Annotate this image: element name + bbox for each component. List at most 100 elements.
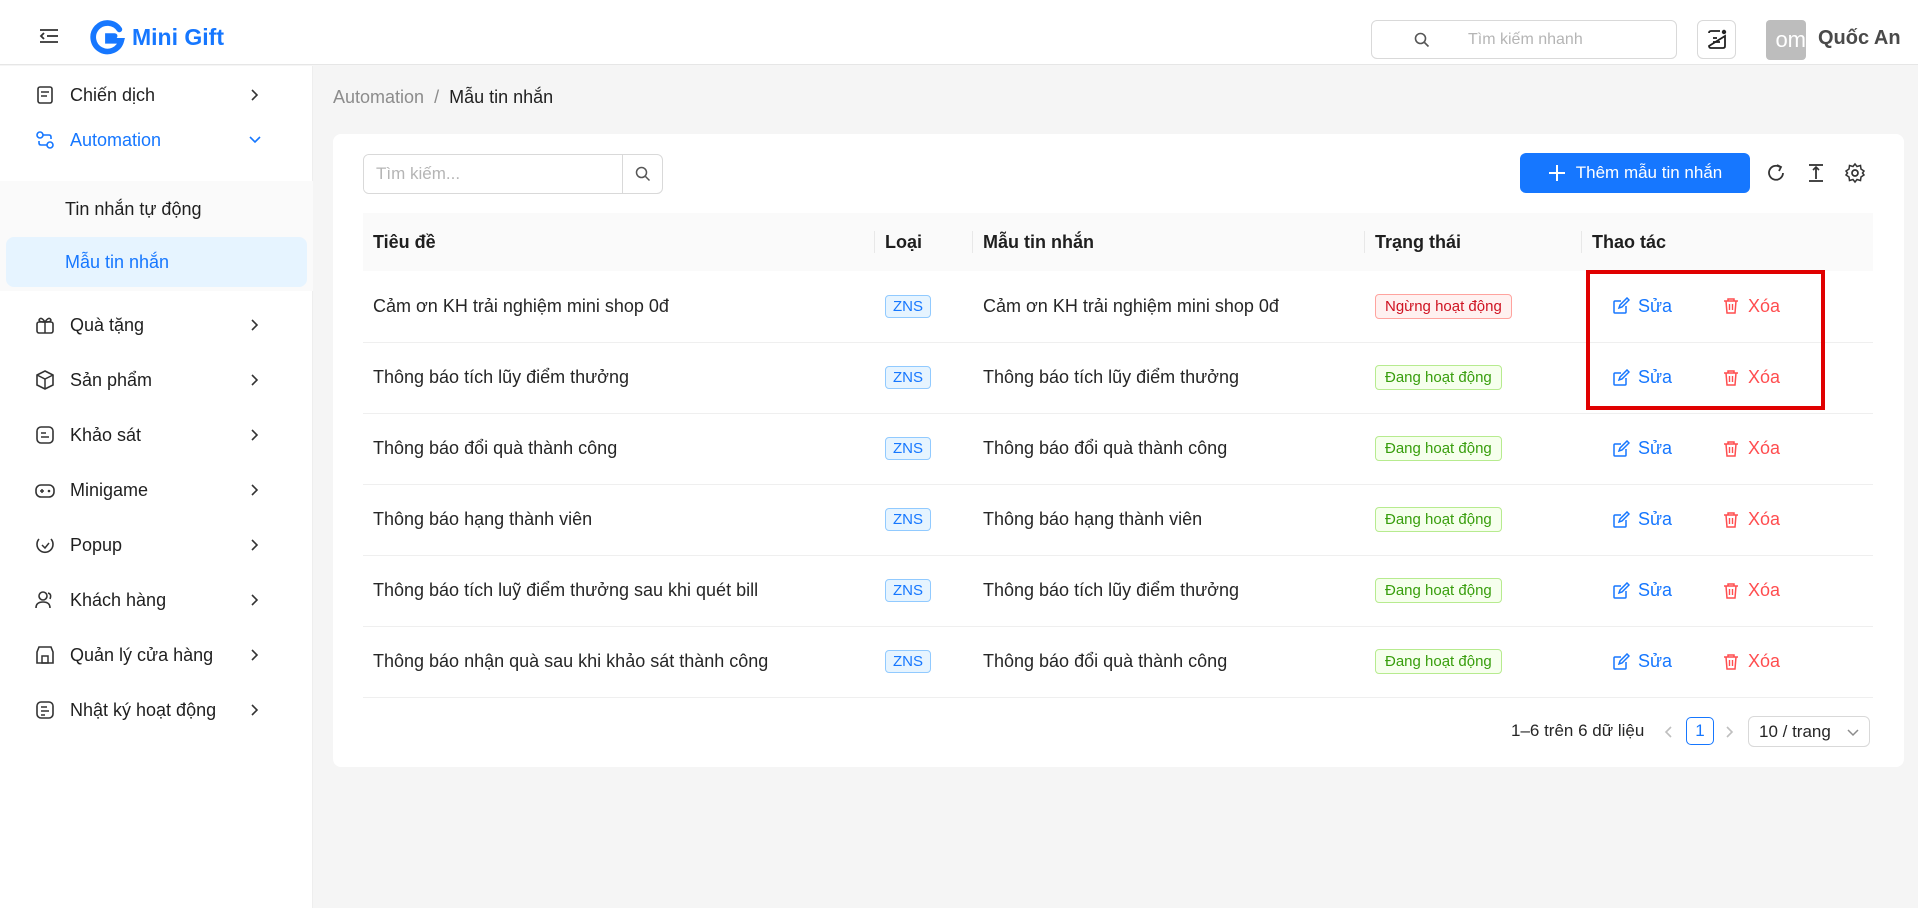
table-search-button[interactable] — [622, 155, 662, 193]
quick-search-input[interactable] — [1468, 30, 1668, 49]
chevron-right-icon — [251, 484, 259, 496]
messages-button[interactable] — [1697, 20, 1736, 59]
table-row: Thông báo nhận quà sau khi khảo sát thàn… — [363, 626, 1873, 698]
delete-button[interactable]: Xóa — [1722, 651, 1780, 672]
edit-icon — [1613, 510, 1630, 528]
row-actions: Sửa Xóa — [1592, 438, 1873, 459]
row-status-cell: Đang hoạt động — [1365, 626, 1582, 698]
activity-log-icon — [36, 701, 54, 719]
column-header-status[interactable]: Trạng thái — [1365, 213, 1582, 271]
trash-icon — [1724, 440, 1738, 457]
column-header-template[interactable]: Mẫu tin nhắn — [973, 213, 1365, 271]
sidebar-item-san-pham[interactable]: Sản phẩm — [0, 355, 313, 405]
type-tag: ZNS — [885, 366, 931, 389]
row-status-cell: Đang hoạt động — [1365, 484, 1582, 556]
edit-button[interactable]: Sửa — [1612, 367, 1722, 388]
sidebar-item-label: Khảo sát — [70, 424, 142, 445]
delete-button[interactable]: Xóa — [1722, 438, 1780, 459]
breadcrumb-root[interactable]: Automation — [333, 87, 424, 108]
sidebar-item-chien-dich[interactable]: Chiến dịch — [0, 70, 313, 120]
delete-button[interactable]: Xóa — [1722, 367, 1780, 388]
automation-icon — [36, 131, 54, 149]
templates-card: Thêm mẫu tin nhắn Tiêu đề Loại Mẫu tin n… — [333, 134, 1904, 767]
app-name: Mini Gift — [132, 23, 224, 50]
table-row: Thông báo hạng thành viên ZNS Thông báo … — [363, 484, 1873, 556]
status-badge: Đang hoạt động — [1375, 436, 1502, 461]
chevron-right-icon[interactable] — [1723, 725, 1737, 739]
sidebar-item-label: Popup — [70, 534, 123, 555]
edit-button[interactable]: Sửa — [1612, 651, 1722, 672]
reload-icon[interactable] — [1765, 162, 1787, 184]
submenu-item-tin-nhan-tu-dong[interactable]: Tin nhắn tự động — [6, 184, 307, 234]
column-height-icon[interactable] — [1805, 162, 1827, 184]
row-template: Thông báo đổi quà thành công — [973, 413, 1365, 485]
row-title: Thông báo hạng thành viên — [363, 484, 875, 556]
search-icon — [635, 166, 650, 182]
sidebar-item-nhat-ky-hoat-dong[interactable]: Nhật ký hoạt động — [0, 685, 313, 735]
sidebar-item-khach-hang[interactable]: Khách hàng — [0, 575, 313, 625]
column-header-actions: Thao tác — [1582, 213, 1873, 271]
column-header-type[interactable]: Loại — [875, 213, 973, 271]
type-tag: ZNS — [885, 437, 931, 460]
row-actions-cell: Sửa Xóa — [1582, 271, 1873, 343]
edit-button[interactable]: Sửa — [1612, 296, 1722, 317]
sidebar-item-label: Chiến dịch — [70, 84, 156, 105]
chevron-right-icon — [251, 319, 259, 331]
automation-submenu: Tin nhắn tự động Mẫu tin nhắn — [0, 181, 313, 291]
sidebar-item-label: Quản lý cửa hàng — [70, 644, 214, 665]
pagination-page-1[interactable]: 1 — [1686, 717, 1714, 745]
row-template: Thông báo đổi quà thành công — [973, 626, 1365, 698]
edit-button[interactable]: Sửa — [1612, 438, 1722, 459]
status-badge: Đang hoạt động — [1375, 578, 1502, 603]
delete-label: Xóa — [1748, 509, 1781, 529]
sidebar-item-qua-tang[interactable]: Quà tặng — [0, 300, 313, 350]
add-template-button[interactable]: Thêm mẫu tin nhắn — [1520, 153, 1750, 193]
settings-gear-icon[interactable] — [1844, 162, 1866, 184]
breadcrumb-current: Mẫu tin nhắn — [449, 87, 554, 107]
user-avatar[interactable]: om — [1766, 20, 1806, 60]
row-actions: Sửa Xóa — [1592, 651, 1873, 672]
delete-button[interactable]: Xóa — [1722, 580, 1780, 601]
delete-label: Xóa — [1748, 367, 1781, 387]
table-search — [363, 154, 663, 194]
survey-icon — [36, 426, 54, 444]
edit-button[interactable]: Sửa — [1612, 509, 1722, 530]
row-actions-cell: Sửa Xóa — [1582, 626, 1873, 698]
row-template: Thông báo tích lũy điểm thưởng — [973, 555, 1365, 627]
avatar-text: om — [1775, 27, 1806, 52]
user-name[interactable]: Quốc An — [1818, 27, 1901, 50]
delete-label: Xóa — [1748, 295, 1781, 316]
page-size-select[interactable]: 10 / trang — [1748, 716, 1870, 747]
row-type-cell: ZNS — [875, 626, 973, 698]
plus-icon — [1548, 165, 1565, 181]
sidebar-item-quan-ly-cua-hang[interactable]: Quản lý cửa hàng — [0, 630, 313, 680]
sidebar-item-khao-sat[interactable]: Khảo sát — [0, 410, 313, 460]
gift-icon — [36, 317, 54, 334]
sidebar-item-automation[interactable]: Automation — [0, 115, 313, 165]
menu-fold-icon[interactable] — [38, 28, 60, 44]
row-type-cell: ZNS — [875, 271, 973, 343]
chevron-right-icon — [251, 704, 259, 716]
trash-icon — [1724, 369, 1738, 386]
sidebar-item-popup[interactable]: Popup — [0, 520, 313, 570]
app-logo[interactable]: Mini Gift — [88, 18, 224, 56]
row-title: Thông báo tích lũy điểm thưởng — [363, 342, 875, 414]
table-search-input[interactable] — [364, 155, 622, 193]
delete-button[interactable]: Xóa — [1722, 509, 1780, 530]
edit-button[interactable]: Sửa — [1612, 580, 1722, 601]
edit-icon — [1613, 368, 1630, 386]
chevron-right-icon — [251, 429, 259, 441]
row-status-cell: Đang hoạt động — [1365, 413, 1582, 485]
quick-search[interactable] — [1371, 20, 1677, 59]
chevron-right-icon — [251, 594, 259, 606]
sidebar-item-label: Nhật ký hoạt động — [70, 699, 217, 720]
chevron-left-icon[interactable] — [1662, 725, 1676, 739]
column-header-title[interactable]: Tiêu đề — [363, 213, 875, 271]
submenu-item-mau-tin-nhan[interactable]: Mẫu tin nhắn — [6, 237, 307, 287]
delete-button[interactable]: Xóa — [1722, 296, 1780, 317]
row-template: Thông báo hạng thành viên — [973, 484, 1365, 556]
sidebar-item-minigame[interactable]: Minigame — [0, 465, 313, 515]
type-tag: ZNS — [885, 294, 931, 318]
product-box-icon — [36, 370, 54, 390]
row-status-cell: Đang hoạt động — [1365, 555, 1582, 627]
